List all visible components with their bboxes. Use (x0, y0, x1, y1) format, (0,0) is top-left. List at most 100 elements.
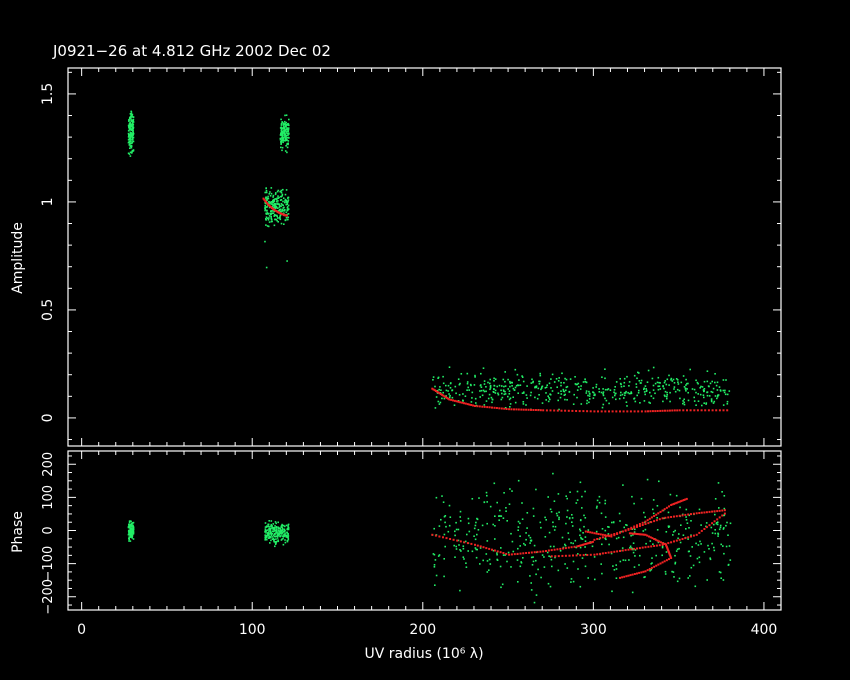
phase-data-point (486, 571, 489, 573)
amplitude-data-point (613, 391, 615, 394)
phase-model-point (510, 553, 513, 556)
amplitude-data-point (265, 197, 267, 199)
amplitude-data-point (278, 206, 281, 208)
amplitude-data-point (707, 385, 710, 387)
amplitude-data-point (679, 397, 681, 400)
amplitude-data-point (129, 147, 131, 149)
amplitude-data-point (437, 377, 439, 379)
amplitude-data-point (669, 400, 671, 403)
amplitude-data-point (130, 111, 133, 113)
phase-data-point (579, 534, 581, 537)
phase-data-point (284, 539, 286, 541)
amplitude-data-point (618, 397, 621, 400)
amplitude-data-point (480, 384, 482, 386)
amplitude-model-point (500, 407, 503, 410)
amplitude-data-point (672, 378, 675, 381)
phase-model-point (638, 525, 641, 527)
phase-data-point (529, 542, 531, 544)
phase-data-point (505, 507, 507, 509)
phase-data-point (485, 553, 488, 555)
phase-data-point (608, 543, 610, 546)
phase-model-point (630, 527, 633, 530)
phase-model-point (550, 555, 553, 558)
amplitude-data-point (284, 140, 286, 142)
amplitude-model-point (707, 409, 710, 412)
amplitude-data-point (282, 124, 285, 126)
amplitude-data-point (468, 389, 470, 391)
phase-data-point (621, 547, 624, 549)
phase-data-point (499, 509, 501, 512)
amplitude-data-point (636, 394, 638, 397)
phase-model-point (601, 536, 604, 539)
amplitude-data-point (267, 195, 269, 198)
amplitude-data-point (702, 394, 705, 396)
phase-model-point (690, 513, 692, 516)
amplitude-data-point (128, 126, 130, 128)
amplitude-data-point (442, 382, 445, 385)
amplitude-data-point (703, 402, 705, 404)
amplitude-data-point (666, 395, 668, 398)
amplitude-data-point (683, 398, 685, 401)
phase-model-point (621, 576, 624, 579)
amplitude-data-point (587, 394, 589, 397)
phase-data-point (579, 481, 582, 484)
phase-data-point (601, 528, 604, 530)
amplitude-model-point (673, 409, 676, 412)
phase-data-point (476, 533, 478, 536)
phase-data-point (698, 561, 701, 564)
amplitude-data-point (489, 382, 491, 385)
amplitude-data-point (719, 390, 722, 392)
phase-model-point (700, 511, 703, 514)
amplitude-data-point (280, 195, 282, 198)
amplitude-data-point (677, 381, 679, 383)
amplitude-data-point (530, 391, 532, 394)
phase-model-point (434, 534, 437, 537)
amplitude-data-point (609, 389, 612, 391)
amplitude-data-point (614, 394, 616, 397)
amplitude-model-point (508, 408, 511, 411)
phase-data-point (629, 545, 632, 548)
amplitude-data-point (522, 403, 525, 405)
amplitude-data-point (489, 385, 492, 388)
amplitude-data-point (673, 388, 675, 390)
phase-data-point (688, 550, 690, 553)
phase-data-point (508, 503, 511, 505)
amplitude-data-point (129, 135, 132, 138)
phase-data-point (128, 536, 130, 538)
phase-model-point (650, 545, 653, 548)
amplitude-data-point (547, 400, 550, 403)
amplitude-model-point (671, 409, 674, 412)
phase-data-point (557, 569, 560, 572)
phase-model-point (625, 575, 628, 578)
phase-data-point (462, 547, 465, 550)
amplitude-data-point (525, 404, 527, 406)
amplitude-data-point (693, 396, 695, 399)
amplitude-data-point (286, 218, 289, 221)
amplitude-model-point (664, 409, 666, 412)
phase-data-point (676, 548, 679, 551)
amplitude-data-point (511, 385, 513, 387)
phase-data-point (612, 521, 615, 524)
phase-data-point (270, 523, 273, 526)
phase-data-point (574, 539, 577, 542)
phase-data-point (128, 540, 130, 542)
amplitude-data-point (466, 381, 469, 383)
amplitude-data-point (129, 143, 132, 145)
phase-model-point (470, 542, 473, 545)
amplitude-data-point (286, 206, 289, 208)
amplitude-data-point (547, 395, 549, 397)
amplitude-model-point (522, 408, 525, 411)
phase-data-point (549, 545, 552, 548)
phase-model-point (668, 558, 670, 561)
amplitude-model-point (615, 410, 618, 413)
amplitude-data-point (460, 373, 463, 375)
phase-data-point (459, 549, 461, 551)
amplitude-data-point (614, 392, 617, 395)
phase-data-point (488, 569, 490, 571)
phase-data-point (443, 533, 446, 536)
phase-data-point (690, 566, 693, 569)
phase-data-point (531, 564, 534, 566)
phase-data-point (706, 579, 708, 581)
phase-data-point (517, 547, 519, 550)
phase-data-point (548, 555, 550, 557)
